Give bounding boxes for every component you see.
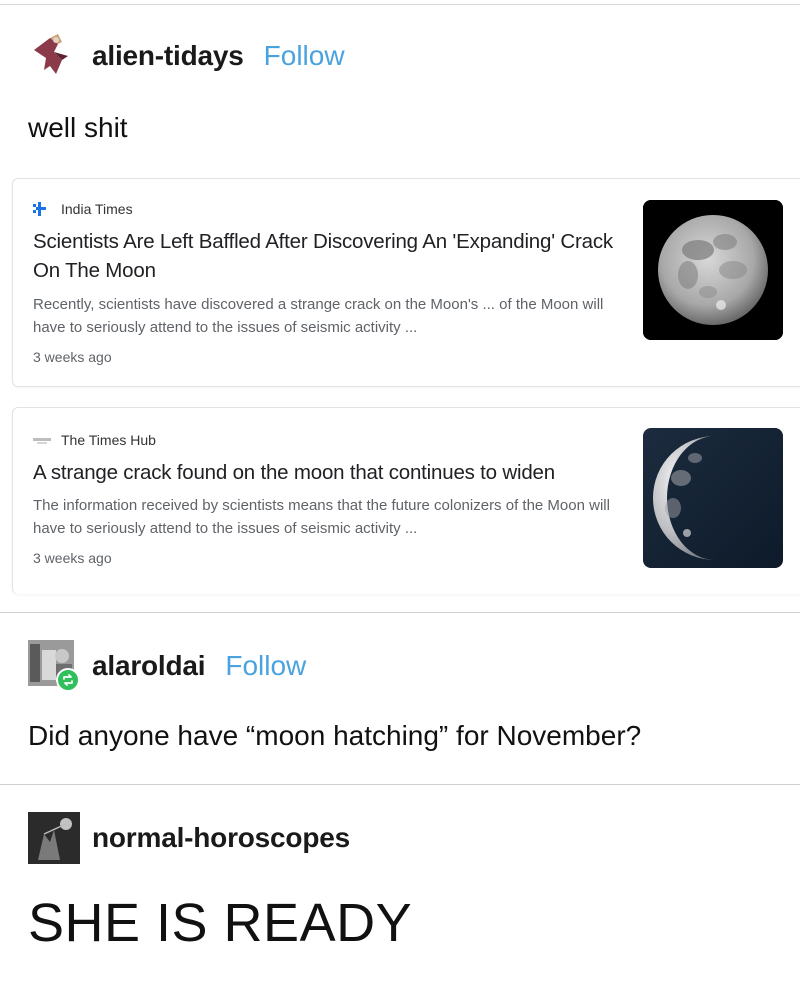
- news-age: 3 weeks ago: [33, 550, 112, 566]
- india-times-logo-icon: [33, 202, 51, 216]
- news-age: 3 weeks ago: [33, 349, 112, 365]
- news-source: The Times Hub: [33, 432, 156, 448]
- avatar[interactable]: [28, 812, 80, 864]
- top-divider: [0, 4, 800, 5]
- waxing-moon-image[interactable]: [643, 428, 783, 568]
- username[interactable]: alien-tidays: [92, 40, 244, 72]
- post-text: Did anyone have “moon hatching” for Nove…: [28, 720, 642, 751]
- post-header-1: alien-tidays Follow: [28, 30, 345, 82]
- reblog-icon: [56, 668, 80, 692]
- follow-button[interactable]: Follow: [225, 650, 306, 682]
- dark-photo-avatar-icon: [28, 812, 80, 864]
- news-card[interactable]: The Times Hub A strange crack found on t…: [12, 407, 800, 594]
- follow-button[interactable]: Follow: [264, 40, 345, 72]
- username[interactable]: normal-horoscopes: [92, 822, 350, 854]
- post-header-3: normal-horoscopes: [28, 812, 350, 864]
- avatar[interactable]: [28, 640, 80, 692]
- post-header-2: alaroldai Follow: [28, 640, 306, 692]
- times-hub-logo-icon: [33, 433, 51, 447]
- username[interactable]: alaroldai: [92, 650, 206, 682]
- news-card[interactable]: India Times Scientists Are Left Baffled …: [12, 178, 800, 387]
- figure-avatar-icon: [28, 30, 80, 82]
- news-headline[interactable]: Scientists Are Left Baffled After Discov…: [33, 227, 633, 285]
- news-headline[interactable]: A strange crack found on the moon that c…: [33, 458, 633, 487]
- news-snippet: The information received by scientists m…: [33, 497, 610, 537]
- news-source-name: India Times: [61, 201, 133, 217]
- avatar[interactable]: [28, 30, 80, 82]
- full-moon-image[interactable]: [643, 200, 783, 340]
- post-text: well shit: [28, 112, 128, 143]
- post-divider: [0, 784, 800, 785]
- news-snippet: Recently, scientists have discovered a s…: [33, 296, 604, 336]
- news-source-name: The Times Hub: [61, 432, 156, 448]
- post-text: SHE IS READY: [28, 893, 413, 953]
- post-divider: [0, 612, 800, 613]
- news-source: India Times: [33, 201, 133, 217]
